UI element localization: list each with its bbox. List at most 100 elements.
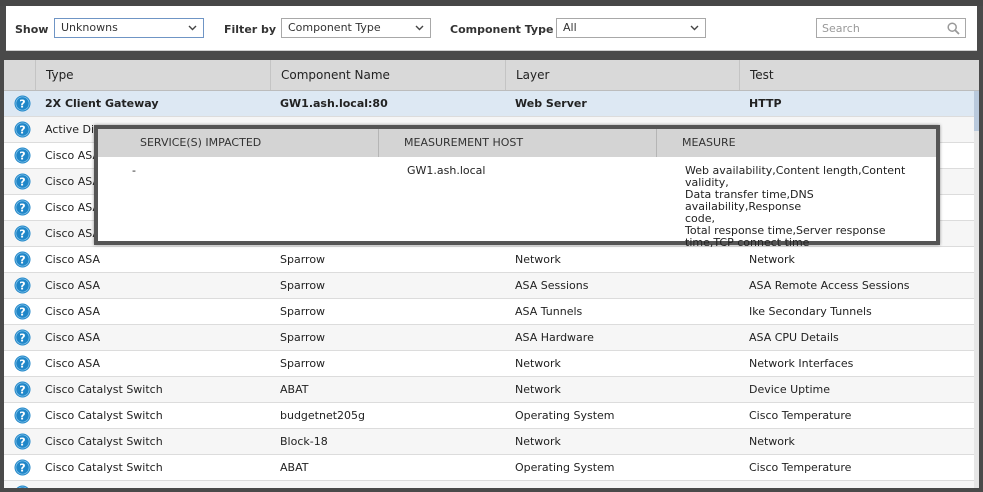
cell-test: Cisco Temperature [749,461,852,474]
cell-component-name: budgetnet205g [280,409,366,422]
cell-type: Cisco ASA [45,331,100,344]
cell-type: Cisco Catalyst Switch [45,481,270,488]
tooltip-header: SERVICE(S) IMPACTED MEASUREMENT HOST MEA… [98,129,936,157]
cell-test: Network Interfaces [749,357,854,370]
column-header-component-name[interactable]: Component Name [270,60,505,90]
cell-test: Device Uptime [749,383,831,396]
question-circle-icon[interactable]: ? [14,225,31,242]
cell-type: Cisco ASA [45,253,100,266]
chevron-down-icon [188,25,197,31]
cell-component-name: Sparrow [280,331,326,344]
question-circle-icon[interactable]: ? [14,199,31,216]
svg-text:?: ? [19,202,25,215]
comptype-select-value: All [563,21,577,34]
question-circle-icon[interactable]: ? [14,121,31,138]
tooltip-header-measure: MEASURE [682,136,736,149]
search-placeholder: Search [822,22,860,35]
table-header: Type Component Name Layer Test [4,60,979,91]
column-header-test[interactable]: Test [739,60,979,90]
cell-test: Network [749,435,795,448]
cell-type: Cisco ASA [45,305,100,318]
cell-test: ASA CPU Details [749,331,839,344]
table-row[interactable]: ? Cisco Catalyst Switch budgetnet205g Opera… [4,403,974,429]
cell-type: Cisco ASA [45,279,100,292]
table-row[interactable]: ? Cisco Catalyst Switch ABAT Operating Syst… [4,455,974,481]
question-circle-icon[interactable]: ? [14,251,31,268]
question-circle-icon[interactable]: ? [14,277,31,294]
show-label: Show [15,23,49,36]
cell-component-name: Sparrow [280,253,326,266]
question-circle-icon[interactable]: ? [14,433,31,450]
table-row[interactable]: ? Cisco ASA Sparrow ASA Sessions ASA Remote … [4,273,974,299]
question-circle-icon[interactable]: ? [14,459,31,476]
question-circle-icon[interactable]: ? [14,485,31,488]
comptype-label: Component Type [450,23,554,36]
table-row[interactable]: ? Cisco ASA Sparrow ASA Tunnels Ike Secondar… [4,299,974,325]
cell-type: 2X Client Gateway [45,97,159,110]
question-circle-icon[interactable]: ? [14,381,31,398]
question-circle-icon[interactable]: ? [14,355,31,372]
cell-type: Cisco Catalyst Switch [45,383,163,396]
svg-text:?: ? [19,280,25,293]
tooltip-measure-line: time,TCP connect time [685,236,810,249]
chevron-down-icon [690,25,699,31]
table-row[interactable]: ? Cisco ASA Sparrow Network Network [4,247,974,273]
table-row[interactable]: ? 2X Client Gateway GW1.ash.local:80 Web Se… [4,91,974,117]
show-select[interactable]: Unknowns [54,18,204,38]
svg-text:?: ? [19,410,25,423]
question-circle-icon[interactable]: ? [14,173,31,190]
question-circle-icon[interactable]: ? [14,329,31,346]
svg-text:?: ? [19,462,25,475]
table-row[interactable]: ? Cisco ASA Sparrow ASA Hardware ASA CPU Det… [4,325,974,351]
svg-text:?: ? [19,358,25,371]
vertical-scrollbar[interactable] [974,91,979,488]
svg-text:?: ? [19,254,25,267]
cell-component-name: Block-18 [280,481,505,488]
comptype-select[interactable]: All [556,18,706,38]
tooltip-service-value: - [132,164,136,177]
cell-test: Cisco Memory [749,481,974,488]
column-header-type[interactable]: Type [35,60,270,90]
question-circle-icon[interactable]: ? [14,303,31,320]
svg-text:?: ? [19,228,25,241]
cell-component-name: ABAT [280,383,309,396]
search-icon[interactable] [947,22,960,35]
column-header-layer[interactable]: Layer [505,60,739,90]
show-select-value: Unknowns [61,21,118,34]
table-row[interactable]: ? Cisco ASA Sparrow Network Network Interfac… [4,351,974,377]
cell-test: ASA Remote Access Sessions [749,279,910,292]
cell-layer: Operating System [515,461,615,474]
tooltip-measure-line: Data transfer time,DNS availability,Resp… [685,188,814,213]
question-circle-icon[interactable]: ? [14,147,31,164]
filterby-select[interactable]: Component Type [281,18,431,38]
cell-type: Cisco Catalyst Switch [45,435,163,448]
svg-text:?: ? [19,124,25,137]
cell-component-name: Sparrow [280,279,326,292]
cell-layer: ASA Hardware [515,331,594,344]
table-row[interactable]: ? Cisco Catalyst Switch ABAT Network Device … [4,377,974,403]
scrollbar-thumb[interactable] [974,91,979,131]
icon-column-header [4,60,35,90]
cell-layer: Network [515,383,561,396]
cell-type: Cisco Catalyst Switch [45,409,163,422]
question-circle-icon[interactable]: ? [14,95,31,112]
table-row[interactable]: ? Cisco Catalyst Switch Block-18 Operating … [4,481,974,488]
filterby-label: Filter by [224,23,277,36]
svg-text:?: ? [19,306,25,319]
cell-test: Network [749,253,795,266]
svg-text:?: ? [19,436,25,449]
tooltip-header-services: SERVICE(S) IMPACTED [140,136,262,149]
cell-component-name: ABAT [280,461,309,474]
question-circle-icon[interactable]: ? [14,407,31,424]
svg-text:?: ? [19,150,25,163]
tooltip-divider [378,129,379,157]
cell-component-name: Block-18 [280,435,328,448]
cell-layer: Operating System [515,409,615,422]
tooltip-divider [656,129,657,157]
cell-layer: Operating System [515,481,739,488]
cell-layer: Network [515,357,561,370]
svg-text:?: ? [19,332,25,345]
table-row[interactable]: ? Cisco Catalyst Switch Block-18 Network Net… [4,429,974,455]
search-input[interactable]: Search [816,18,966,38]
tooltip-header-host: MEASUREMENT HOST [404,136,524,149]
